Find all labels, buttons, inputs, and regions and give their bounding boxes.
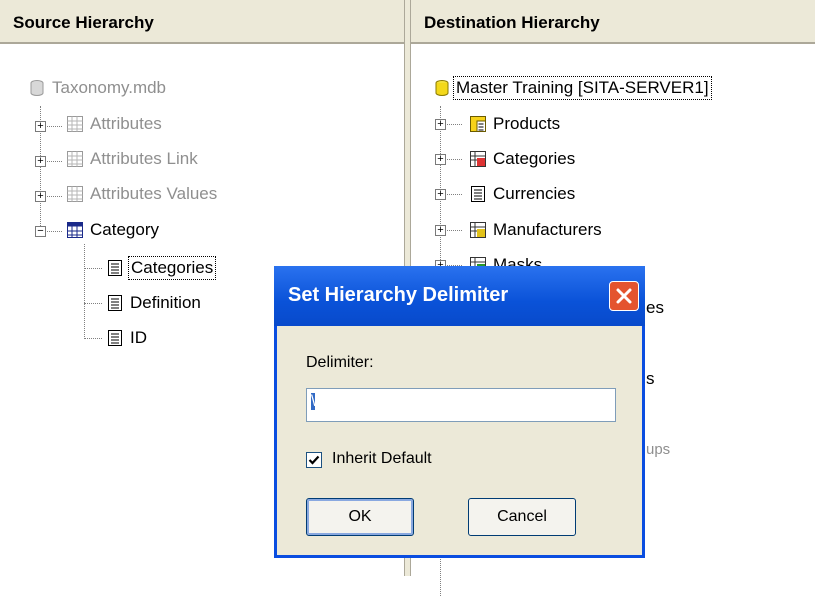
expand-icon[interactable]: + bbox=[435, 189, 446, 200]
tree-root-taxonomy[interactable]: Taxonomy.mdb bbox=[28, 75, 168, 101]
inherit-default-label[interactable]: Inherit Default bbox=[332, 450, 432, 468]
lookup-table-icon bbox=[470, 222, 486, 238]
close-button[interactable] bbox=[609, 281, 639, 311]
tree-item-partial-3[interactable]: ups bbox=[644, 437, 672, 463]
field-icon bbox=[108, 330, 122, 346]
tree-item-id[interactable]: ID bbox=[106, 325, 149, 351]
inherit-default-checkbox[interactable] bbox=[306, 452, 322, 468]
expand-icon[interactable]: + bbox=[35, 191, 46, 202]
products-table-icon bbox=[470, 116, 486, 132]
set-hierarchy-delimiter-dialog: Set Hierarchy Delimiter Delimiter: \ Inh… bbox=[274, 266, 645, 558]
hierarchy-table-icon bbox=[470, 151, 486, 167]
tree-item-categories-dest[interactable]: Categories bbox=[469, 146, 577, 172]
repository-icon bbox=[435, 80, 449, 96]
table-icon bbox=[67, 222, 83, 238]
tree-item-attributes-values[interactable]: Attributes Values bbox=[66, 181, 219, 207]
tree-item-attributes[interactable]: Attributes bbox=[66, 111, 164, 137]
tree-item-products[interactable]: Products bbox=[469, 111, 562, 137]
database-icon bbox=[30, 80, 44, 96]
source-hierarchy-header[interactable]: Source Hierarchy bbox=[0, 0, 404, 44]
field-icon bbox=[471, 186, 485, 202]
field-icon bbox=[108, 260, 122, 276]
delimiter-value: \ bbox=[311, 393, 316, 410]
destination-hierarchy-title: Destination Hierarchy bbox=[424, 13, 600, 32]
tree-item-currencies[interactable]: Currencies bbox=[469, 181, 577, 207]
tree-item-manufacturers[interactable]: Manufacturers bbox=[469, 217, 604, 243]
dialog-titlebar[interactable]: Set Hierarchy Delimiter bbox=[274, 266, 645, 326]
tree-item-partial-2[interactable]: s bbox=[644, 366, 657, 392]
source-hierarchy-title: Source Hierarchy bbox=[13, 13, 154, 32]
table-icon bbox=[67, 116, 83, 132]
tree-item-attributes-link[interactable]: Attributes Link bbox=[66, 146, 200, 172]
delimiter-label: Delimiter: bbox=[306, 354, 374, 371]
table-icon bbox=[67, 151, 83, 167]
delimiter-input[interactable]: \ bbox=[306, 388, 616, 422]
expand-icon[interactable]: + bbox=[435, 154, 446, 165]
tree-item-categories[interactable]: Categories bbox=[106, 255, 217, 281]
close-icon bbox=[616, 288, 632, 304]
table-icon bbox=[67, 186, 83, 202]
ok-button[interactable]: OK bbox=[306, 498, 414, 536]
tree-item-partial-1[interactable]: es bbox=[644, 295, 666, 321]
expand-icon[interactable]: + bbox=[35, 156, 46, 167]
expand-icon[interactable]: + bbox=[435, 225, 446, 236]
tree-root-master-training[interactable]: Master Training [SITA-SERVER1] bbox=[433, 75, 712, 101]
destination-hierarchy-header[interactable]: Destination Hierarchy bbox=[411, 0, 815, 44]
dialog-title: Set Hierarchy Delimiter bbox=[288, 284, 509, 306]
checkmark-icon bbox=[308, 455, 320, 465]
expand-icon[interactable]: + bbox=[435, 119, 446, 130]
tree-item-category[interactable]: Category bbox=[66, 217, 161, 243]
field-icon bbox=[108, 295, 122, 311]
cancel-button[interactable]: Cancel bbox=[468, 498, 576, 536]
tree-item-definition[interactable]: Definition bbox=[106, 290, 203, 316]
collapse-icon[interactable]: − bbox=[35, 226, 46, 237]
expand-icon[interactable]: + bbox=[35, 121, 46, 132]
